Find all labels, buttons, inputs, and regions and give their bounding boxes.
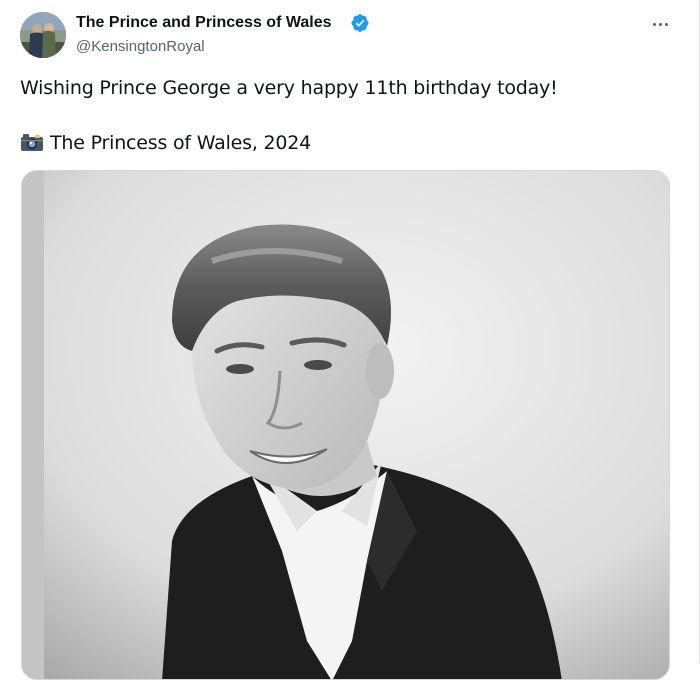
camera-flash-icon — [21, 134, 43, 151]
more-options-button[interactable] — [646, 12, 674, 36]
avatar-photo-icon — [20, 12, 66, 58]
tweet-text-caption: The Princess of Wales, 2024 — [50, 132, 312, 154]
tweet-text-line2: The Princess of Wales, 2024 — [20, 131, 311, 155]
author-name[interactable]: The Prince and Princess of Wales — [76, 13, 332, 33]
author-avatar[interactable] — [20, 12, 66, 58]
more-dot-icon — [664, 22, 668, 26]
portrait-photo-icon — [22, 171, 669, 679]
author-handle[interactable]: @KensingtonRoyal — [76, 37, 205, 57]
more-dot-icon — [652, 22, 656, 26]
tweet-text-line1: Wishing Prince George a very happy 11th … — [20, 77, 558, 99]
more-dot-icon — [658, 22, 662, 26]
verified-badge-icon — [351, 14, 369, 32]
tweet-photo[interactable] — [21, 170, 670, 680]
tweet-card[interactable]: The Prince and Princess of Wales @Kensin… — [0, 0, 700, 680]
